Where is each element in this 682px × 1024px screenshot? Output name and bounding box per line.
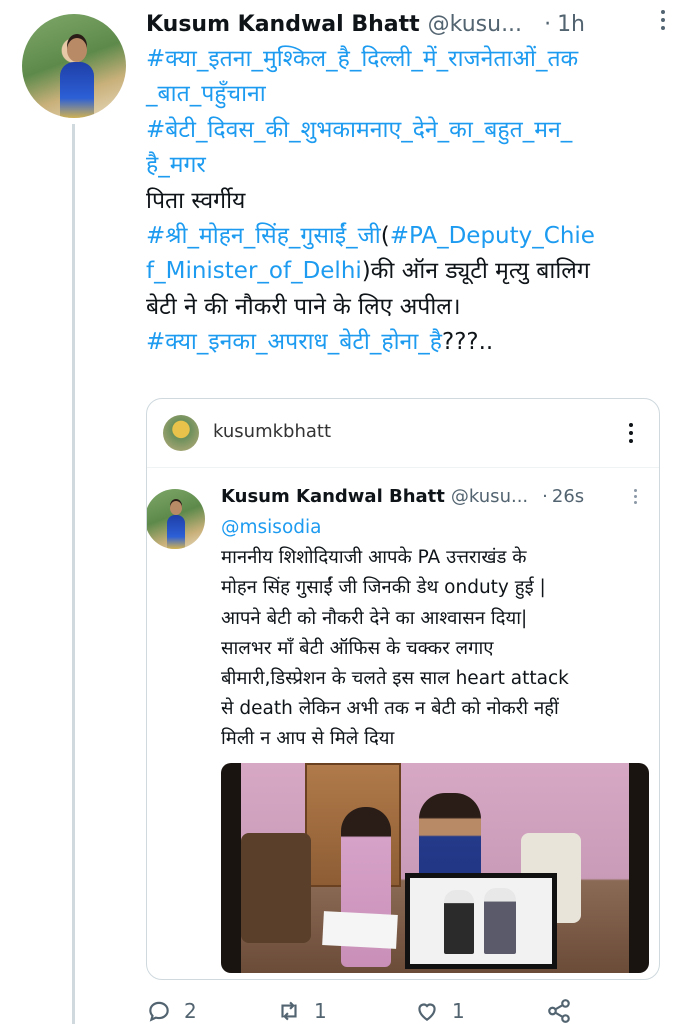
text-segment: मोहन सिंह गुसाईं जी जिनकी डेथ onduty हुई… (221, 577, 546, 599)
hashtag-link[interactable]: #PA_Deputy_Chie (390, 223, 595, 249)
text-segment: माननीय शिशोदियाजी आपके PA उत्तराखंड के (221, 547, 527, 569)
tweet-text-line: है_मगर (146, 148, 666, 183)
quoted-text-line: आपने बेटी को नौकरी देने का आश्वासन दिया| (221, 604, 653, 634)
tweet-text-line: बेटी ने की नौकरी पाने के लिए अपील। (146, 290, 666, 325)
text-segment: )की ऑन ड्यूटी मृत्यु बालिग (361, 258, 590, 285)
quoted-text-line: मोहन सिंह गुसाईं जी जिनकी डेथ onduty हुई… (221, 573, 653, 603)
quoted-text-line: मिली न आप से मिले दिया (221, 724, 653, 754)
retweet-button[interactable]: 1 (276, 998, 327, 1024)
reply-icon (149, 1001, 169, 1022)
quoted-text-line: @msisodia (221, 513, 653, 543)
quoted-text-line: से death लेकिन अभी तक न बेटी को नोकरी नह… (221, 694, 653, 724)
quoted-card-avatar[interactable] (163, 415, 199, 451)
quoted-card-username[interactable]: kusumkbhatt (213, 421, 331, 442)
quoted-card-more-icon[interactable] (629, 423, 633, 447)
tweet-text-line: #बेटी_दिवस_की_शुभकामनाए_देने_का_बहुत_मन_ (146, 113, 666, 148)
avatar-head (67, 38, 87, 62)
more-options-icon[interactable] (660, 10, 666, 34)
retweet-icon (281, 1001, 297, 1021)
author-name[interactable]: Kusum Kandwal Bhatt (146, 12, 420, 37)
quoted-separator-dot: · (542, 485, 548, 507)
hashtag-link[interactable]: f_Minister_of_Delhi (146, 258, 362, 284)
retweet-count: 1 (314, 999, 327, 1023)
text-segment: सालभर माँ बेटी ऑफिस के चक्कर लगाए (221, 637, 494, 659)
hashtag-link[interactable]: #बेटी_दिवस_की_शुभकामनाए_देने_का_बहुत_मन_ (146, 117, 572, 143)
hashtag-link[interactable]: है_मगर (146, 152, 206, 178)
text-segment: से death लेकिन अभी तक न बेटी को नोकरी नह… (221, 698, 559, 720)
like-button[interactable]: 1 (414, 998, 465, 1024)
quoted-post-card[interactable]: kusumkbhatt Kusum Kandwal Bhatt @kusu...… (146, 398, 660, 980)
tweet-actions: 2 1 1 (146, 994, 666, 1024)
tweet-text-line: _बात_पहुँचाना (146, 77, 666, 112)
quoted-text-line: सालभर माँ बेटी ऑफिस के चक्कर लगाए (221, 634, 653, 664)
tweet-text-line: #श्री_मोहन_सिंह_गुसाईं_जी(#PA_Deputy_Chi… (146, 219, 666, 254)
quoted-author-name[interactable]: Kusum Kandwal Bhatt (221, 486, 445, 507)
tweet-header: Kusum Kandwal Bhatt @kusu... · 1h (146, 8, 672, 40)
text-segment: ???.. (442, 329, 494, 356)
tweet-time[interactable]: 1h (557, 12, 585, 37)
share-button[interactable] (546, 998, 584, 1024)
hashtag-link[interactable]: #क्या_इतना_मुश्किल_है_दिल्ली_में_राजनेता… (146, 46, 578, 72)
quoted-text-line: माननीय शिशोदियाजी आपके PA उत्तराखंड के (221, 543, 653, 573)
avatar-figure (60, 62, 94, 118)
text-segment: ( (380, 223, 390, 250)
tweet-text-line: f_Minister_of_Delhi)की ऑन ड्यूटी मृत्यु … (146, 254, 666, 289)
tweet-text: #क्या_इतना_मुश्किल_है_दिल्ली_में_राजनेता… (146, 42, 666, 361)
quoted-tweet-more-icon[interactable] (634, 489, 637, 507)
quoted-tweet-photo[interactable] (221, 763, 649, 973)
heart-icon (418, 1003, 436, 1021)
like-count: 1 (452, 999, 465, 1023)
thread-line (72, 124, 75, 1024)
tweet-text-line: पिता स्वर्गीय (146, 184, 666, 219)
quoted-tweet-header: Kusum Kandwal Bhatt @kusu... · 26s (221, 483, 649, 509)
separator-dot: · (544, 11, 552, 37)
text-segment: आपने बेटी को नौकरी देने का आश्वासन दिया| (221, 607, 528, 629)
tweet-text-line: #क्या_इतना_मुश्किल_है_दिल्ली_में_राजनेता… (146, 42, 666, 77)
author-handle[interactable]: @kusu... (428, 12, 522, 37)
quoted-card-header: kusumkbhatt (147, 399, 659, 468)
author-avatar[interactable] (22, 14, 126, 118)
text-segment: मिली न आप से मिले दिया (221, 728, 395, 750)
reply-count: 2 (184, 999, 197, 1023)
quoted-author-avatar[interactable] (147, 489, 205, 549)
text-segment: बीमारी,डिस्प्रेशन के चलते इस साल heart a… (221, 668, 569, 690)
text-segment: बेटी ने की नौकरी पाने के लिए अपील। (146, 293, 461, 320)
share-icon (548, 999, 570, 1023)
hashtag-link[interactable]: #श्री_मोहन_सिंह_गुसाईं_जी (146, 223, 381, 249)
quoted-tweet-text: @msisodia माननीय शिशोदियाजी आपके PA उत्तर… (221, 513, 653, 755)
tweet-text-line: #क्या_इनका_अपराध_बेटी_होना_है???.. (146, 325, 666, 360)
text-segment: पिता स्वर्गीय (146, 187, 246, 214)
reply-button[interactable]: 2 (146, 998, 197, 1024)
hashtag-link[interactable]: #क्या_इनका_अपराध_बेटी_होना_है (146, 329, 442, 355)
quoted-tweet-time[interactable]: 26s (552, 486, 584, 507)
quoted-text-line: बीमारी,डिस्प्रेशन के चलते इस साल heart a… (221, 664, 653, 694)
photo-frame (405, 873, 557, 969)
quoted-author-handle[interactable]: @kusu... (451, 486, 528, 507)
mention-link[interactable]: @msisodia (221, 517, 321, 538)
hashtag-link[interactable]: _बात_पहुँचाना (146, 81, 266, 107)
